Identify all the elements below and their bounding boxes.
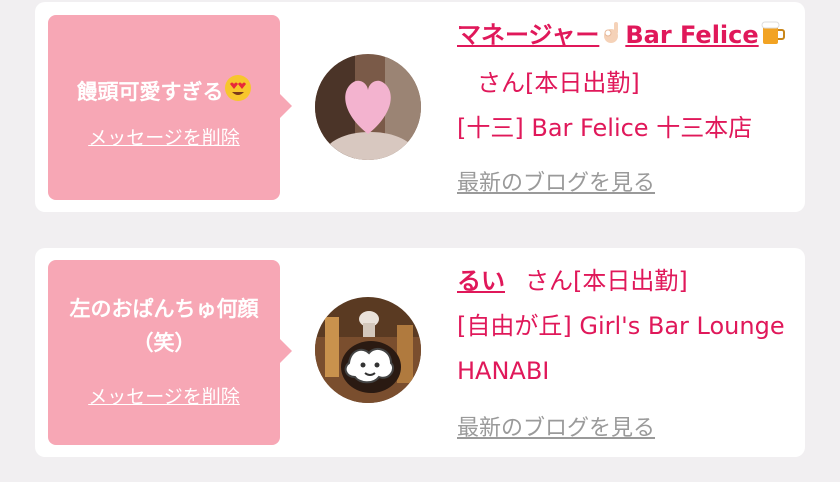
cast-info: るい さん[本日出勤] [自由が丘] Girl's Bar Lounge HANA… <box>457 259 792 394</box>
cast-info: マネージャー Bar Felice さん[本日出勤] [十三] Bar Felic… <box>457 13 792 151</box>
cast-name-link[interactable]: るい <box>457 267 505 295</box>
message-bubble: 左のおぱんちゅ何顔（笑） メッセージを削除 <box>48 260 292 445</box>
message-text: 饅頭可愛すぎる <box>76 80 224 104</box>
latest-blog-link[interactable]: 最新のブログを見る <box>457 165 655 197</box>
delete-message-link[interactable]: メッセージを削除 <box>48 123 280 150</box>
status: [本日出勤] <box>525 69 640 97</box>
ok-hand-emoji-icon <box>599 16 625 61</box>
message-text-wrap: 饅頭可愛すぎる <box>56 74 272 112</box>
honorific: さん <box>525 267 573 295</box>
avatar[interactable] <box>315 54 421 160</box>
shop-name: [自由が丘] Girl's Bar Lounge HANABI <box>457 312 785 385</box>
heart-eyes-emoji-icon <box>224 74 252 112</box>
message-bubble: 饅頭可愛すぎる メッセージを削除 <box>48 15 292 200</box>
honorific: さん <box>477 69 525 97</box>
latest-blog-link[interactable]: 最新のブログを見る <box>457 410 655 442</box>
delete-message-link[interactable]: メッセージを削除 <box>48 382 280 409</box>
shop-name: [十三] Bar Felice 十三本店 <box>457 114 753 142</box>
name-line: マネージャー Bar Felice さん[本日出勤] <box>457 13 792 106</box>
status: [本日出勤] <box>573 267 688 295</box>
message-card: 饅頭可愛すぎる メッセージを削除 マネージャー Bar Felice さん[本日出… <box>35 2 805 212</box>
name-line: るい さん[本日出勤] <box>457 259 792 304</box>
cast-name-link[interactable]: マネージャー Bar Felice <box>457 21 787 49</box>
beer-mug-emoji-icon <box>759 16 787 61</box>
message-card: 左のおぱんちゅ何顔（笑） メッセージを削除 るい さん[本日出勤] [自由が丘] … <box>35 248 805 457</box>
message-text: 左のおぱんちゅ何顔（笑） <box>69 297 259 355</box>
avatar[interactable] <box>315 297 421 403</box>
